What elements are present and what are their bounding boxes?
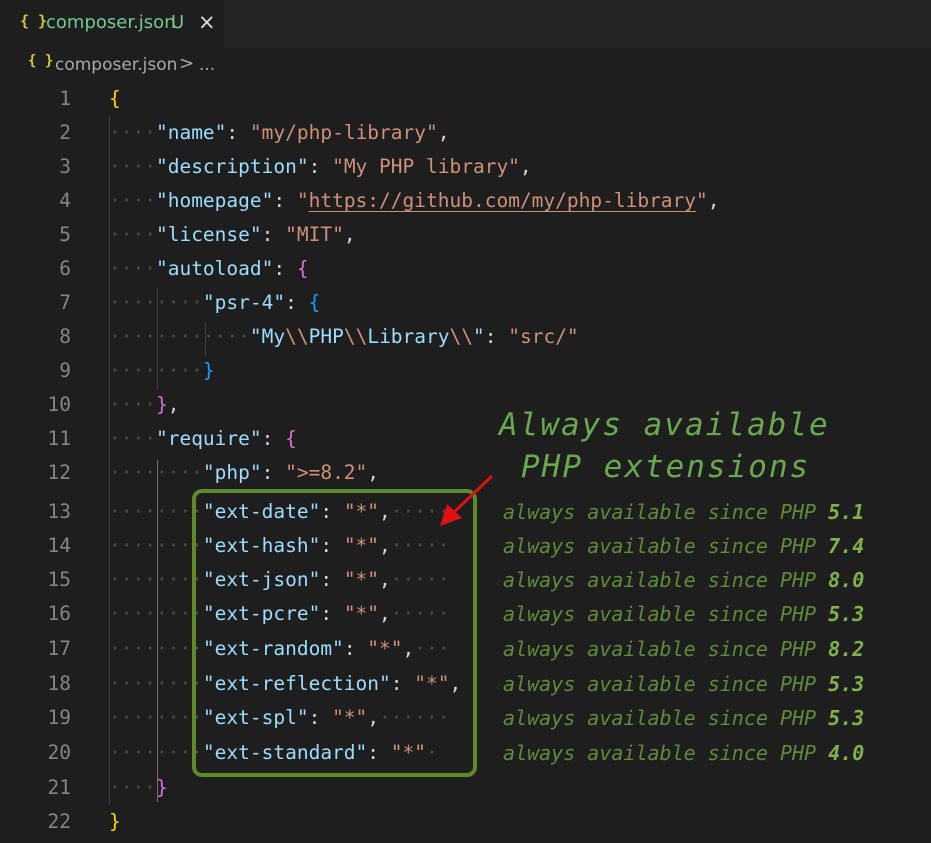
code-line: 5 ····"license": "MIT", [59, 223, 356, 246]
breadcrumb-more[interactable]: ... [199, 55, 215, 75]
version-note: always available since PHP 5.3 [503, 672, 865, 696]
breadcrumb-file[interactable]: composer.json [55, 55, 177, 75]
code-line: 4 ····"homepage": "https://github.com/my/… [59, 189, 720, 212]
breadcrumb: { } composer.json > ... [0, 48, 931, 82]
tab-bar: { } composer.json U × [0, 0, 931, 48]
chevron-right-icon: > [179, 53, 195, 74]
version-note: always available since PHP 5.3 [503, 602, 865, 626]
code-line: 6 ····"autoload": { [59, 257, 309, 280]
annotation-subtitle: PHP extensions [521, 449, 811, 485]
code-line: 7 ········"psr-4": { [59, 291, 321, 314]
code-line: 1{ [59, 87, 121, 110]
code-line: 2 ····"name": "my/php-library", [59, 121, 450, 144]
version-note: always available since PHP 5.1 [503, 500, 865, 524]
code-line: 8 ············"My\\PHP\\Library\\": "src/… [59, 325, 579, 348]
code-line: 22} [47, 810, 121, 833]
version-note: always available since PHP 8.0 [503, 568, 865, 592]
version-note: always available since PHP 4.0 [503, 741, 865, 765]
code-line: 3 ····"description": "My PHP library", [59, 155, 532, 178]
version-note: always available since PHP 5.3 [503, 706, 865, 730]
json-file-icon: { } [20, 12, 48, 30]
close-icon[interactable]: × [198, 10, 216, 34]
version-note: always available since PHP 8.2 [503, 637, 865, 661]
version-note: always available since PHP 7.4 [503, 534, 865, 558]
homepage-link[interactable]: https://github.com/my/php-library [309, 189, 696, 212]
code-line: 9 ········} [59, 359, 215, 382]
json-file-icon: { } [28, 53, 54, 69]
red-arrow-icon [440, 474, 494, 526]
untracked-status-badge: U [171, 12, 185, 33]
annotation-title: Always available [499, 407, 830, 443]
tab-label: composer.json [46, 12, 176, 33]
tab-composer-json[interactable]: { } composer.json U × [0, 0, 224, 48]
